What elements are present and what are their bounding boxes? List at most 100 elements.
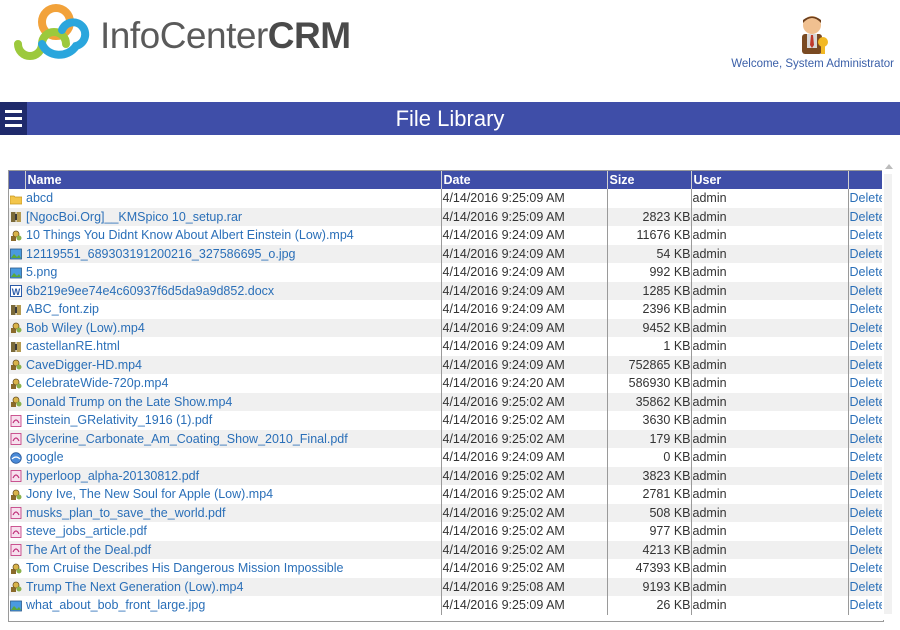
delete-link[interactable]: Delete (848, 411, 883, 430)
delete-link[interactable]: Delete (848, 596, 883, 615)
file-name-cell: abcd (25, 189, 442, 208)
file-size-cell: 9193 KB (607, 577, 692, 596)
table-row[interactable]: Donald Trump on the Late Show.mp4 4/14/20… (9, 392, 883, 411)
delete-link[interactable]: Delete (848, 281, 883, 300)
delete-link[interactable]: Delete (848, 300, 883, 319)
delete-link[interactable]: Delete (848, 318, 883, 337)
table-row[interactable]: 5.png 4/14/2016 9:24:09 AM 992 KB admin Dele… (9, 263, 883, 282)
file-name-link[interactable]: CelebrateWide-720p.mp4 (26, 376, 168, 390)
file-name-link[interactable]: Bob Wiley (Low).mp4 (26, 321, 145, 335)
delete-link[interactable]: Delete (848, 429, 883, 448)
welcome-text[interactable]: Welcome, System Administrator (731, 58, 894, 70)
app-logo[interactable]: InfoCenterCRM (8, 2, 388, 68)
table-row[interactable]: The Art of the Deal.pdf 4/14/2016 9:25:02… (9, 540, 883, 559)
table-row[interactable]: hyperloop_alpha-20130812.pdf 4/14/2016 9:… (9, 466, 883, 485)
file-name-link[interactable]: google (26, 450, 64, 464)
file-name-link[interactable]: Trump The Next Generation (Low).mp4 (26, 580, 243, 594)
table-row[interactable]: Trump The Next Generation (Low).mp4 4/14/… (9, 577, 883, 596)
file-name-link[interactable]: steve_jobs_article.pdf (26, 524, 147, 538)
video-icon (10, 359, 22, 371)
file-name-link[interactable]: Jony Ive, The New Soul for Apple (Low).m… (26, 487, 273, 501)
table-row[interactable]: 10 Things You Didnt Know About Albert Ei… (9, 226, 883, 245)
file-name-link[interactable]: ABC_font.zip (26, 302, 99, 316)
file-size-cell: 2823 KB (607, 207, 692, 226)
delete-link[interactable]: Delete (848, 503, 883, 522)
table-row[interactable]: castellanRE.html 4/14/2016 9:24:09 AM 1 KB… (9, 337, 883, 356)
file-size-cell: 9452 KB (607, 318, 692, 337)
delete-link[interactable]: Delete (848, 577, 883, 596)
file-name-link[interactable]: 10 Things You Didnt Know About Albert Ei… (26, 228, 354, 242)
delete-link[interactable]: Delete (848, 485, 883, 504)
table-row[interactable]: google 4/14/2016 9:24:09 AM 0 KB admin Delet… (9, 448, 883, 467)
table-row[interactable]: Jony Ive, The New Soul for Apple (Low).m… (9, 485, 883, 504)
table-row[interactable]: [NgocBoi.Org]__KMSpico 10_setup.rar 4/14/… (9, 207, 883, 226)
table-row[interactable]: CelebrateWide-720p.mp4 4/14/2016 9:24:20 … (9, 374, 883, 393)
table-row[interactable]: musks_plan_to_save_the_world.pdf 4/14/201… (9, 503, 883, 522)
word-icon: W (10, 285, 22, 298)
file-name-link[interactable]: Glycerine_Carbonate_Am_Coating_Show_2010… (26, 432, 348, 446)
file-name-link[interactable]: CaveDigger-HD.mp4 (26, 358, 142, 372)
file-name-link[interactable]: hyperloop_alpha-20130812.pdf (26, 469, 199, 483)
file-name-cell: 12119551_689303191200216_327586695_o.jpg (25, 244, 442, 263)
header-icon-column (9, 171, 26, 189)
svg-text:W: W (12, 287, 21, 297)
delete-link[interactable]: Delete (848, 448, 883, 467)
vertical-scrollbar[interactable] (882, 164, 894, 620)
file-name-link[interactable]: castellanRE.html (26, 339, 120, 353)
file-name-link[interactable]: The Art of the Deal.pdf (26, 543, 151, 557)
file-name-link[interactable]: [NgocBoi.Org]__KMSpico 10_setup.rar (26, 210, 242, 224)
table-row[interactable]: ABC_font.zip 4/14/2016 9:24:09 AM 2396 KB a… (9, 300, 883, 319)
delete-link[interactable]: Delete (848, 207, 883, 226)
column-header-name[interactable]: Name (25, 171, 442, 189)
user-avatar-icon[interactable] (792, 12, 832, 56)
table-row[interactable]: CaveDigger-HD.mp4 4/14/2016 9:24:09 AM 752… (9, 355, 883, 374)
column-header-date[interactable]: Date (441, 171, 608, 189)
file-type-cell (9, 559, 25, 578)
delete-link[interactable]: Delete (848, 244, 883, 263)
table-row[interactable]: Bob Wiley (Low).mp4 4/14/2016 9:24:09 AM 9… (9, 318, 883, 337)
file-type-cell (9, 448, 25, 467)
delete-link[interactable]: Delete (848, 466, 883, 485)
table-row[interactable]: steve_jobs_article.pdf 4/14/2016 9:25:02 … (9, 522, 883, 541)
scroll-track[interactable] (884, 174, 892, 614)
delete-link[interactable]: Delete (848, 263, 883, 282)
file-type-cell (9, 263, 25, 282)
file-type-cell (9, 596, 25, 615)
file-name-link[interactable]: 6b219e9ee74e4c60937f6d5da9a9d852.docx (26, 284, 274, 298)
table-row[interactable]: 12119551_689303191200216_327586695_o.jpg… (9, 244, 883, 263)
table-row[interactable]: Einstein_GRelativity_1916 (1).pdf 4/14/20… (9, 411, 883, 430)
table-row[interactable]: abcd 4/14/2016 9:25:09 AM admin Delete (9, 189, 883, 208)
delete-link[interactable]: Delete (848, 559, 883, 578)
file-date-cell: 4/14/2016 9:25:02 AM (441, 392, 608, 411)
file-name-link[interactable]: what_about_bob_front_large.jpg (26, 598, 205, 612)
delete-link[interactable]: Delete (848, 337, 883, 356)
delete-link[interactable]: Delete (848, 374, 883, 393)
table-row[interactable]: what_about_bob_front_large.jpg 4/14/2016 … (9, 596, 883, 615)
delete-link[interactable]: Delete (848, 189, 883, 208)
file-date-cell: 4/14/2016 9:25:02 AM (441, 559, 608, 578)
file-date-cell: 4/14/2016 9:25:02 AM (441, 503, 608, 522)
delete-link[interactable]: Delete (848, 540, 883, 559)
file-name-link[interactable]: musks_plan_to_save_the_world.pdf (26, 506, 225, 520)
column-header-size[interactable]: Size (607, 171, 692, 189)
menu-line (5, 124, 22, 127)
file-name-link[interactable]: Einstein_GRelativity_1916 (1).pdf (26, 413, 212, 427)
table-row[interactable]: Glycerine_Carbonate_Am_Coating_Show_2010… (9, 429, 883, 448)
delete-link[interactable]: Delete (848, 392, 883, 411)
file-name-link[interactable]: abcd (26, 191, 53, 205)
pdf-icon (10, 507, 22, 520)
table-row[interactable]: Tom Cruise Describes His Dangerous Missi… (9, 559, 883, 578)
file-date-cell: 4/14/2016 9:25:08 AM (441, 577, 608, 596)
file-name-link[interactable]: 5.png (26, 265, 57, 279)
column-header-user[interactable]: User (691, 171, 849, 189)
file-name-link[interactable]: 12119551_689303191200216_327586695_o.jpg (26, 247, 296, 261)
delete-link[interactable]: Delete (848, 355, 883, 374)
file-name-link[interactable]: Tom Cruise Describes His Dangerous Missi… (26, 561, 343, 575)
delete-link[interactable]: Delete (848, 522, 883, 541)
file-name-cell: ABC_font.zip (25, 300, 442, 319)
scroll-up-arrow-icon[interactable] (885, 164, 893, 169)
file-name-link[interactable]: Donald Trump on the Late Show.mp4 (26, 395, 232, 409)
table-row[interactable]: W 6b219e9ee74e4c60937f6d5da9a9d852.docx 4/… (9, 281, 883, 300)
hamburger-menu-button[interactable] (0, 102, 27, 135)
delete-link[interactable]: Delete (848, 226, 883, 245)
